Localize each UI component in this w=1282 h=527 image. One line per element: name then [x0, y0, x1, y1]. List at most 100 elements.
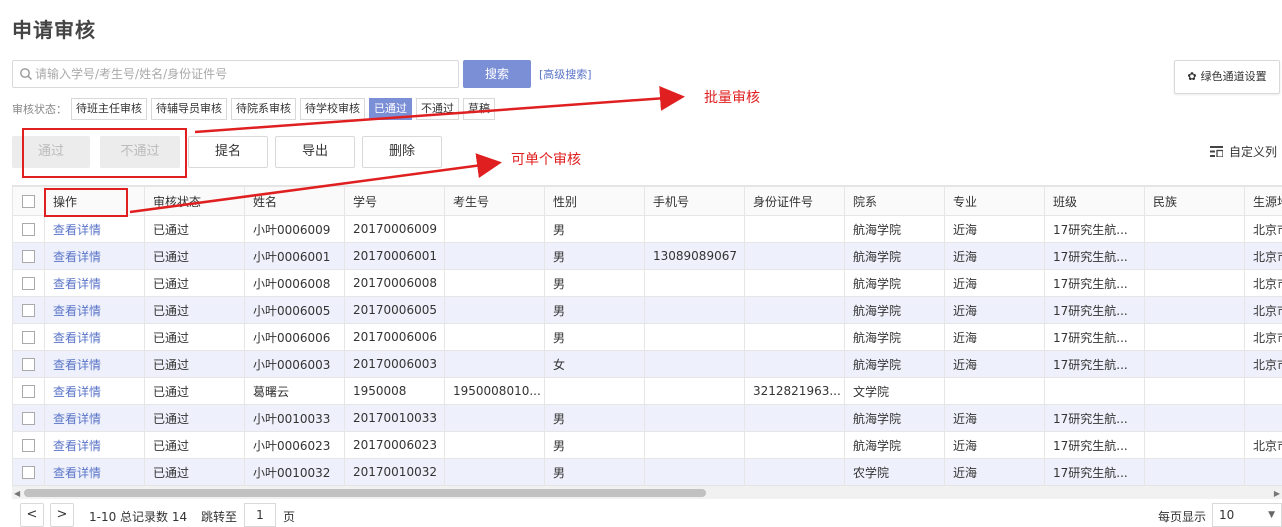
batch-annotation-box	[22, 128, 187, 178]
row-checkbox-cell[interactable]	[12, 242, 45, 270]
view-details-link[interactable]: 查看详情	[44, 458, 145, 485]
row-checkbox-cell[interactable]	[12, 350, 45, 378]
cell-name: 小叶0006006	[244, 323, 345, 351]
row-checkbox-cell[interactable]	[12, 269, 45, 297]
cell-status: 已通过	[144, 404, 245, 432]
advanced-search-link[interactable]: [高级搜索]	[539, 66, 592, 82]
view-details-link[interactable]: 查看详情	[44, 269, 145, 297]
cell-class: 17研究生航...	[1044, 323, 1145, 351]
search-button[interactable]: 搜索	[463, 60, 531, 88]
select-all-checkbox[interactable]	[22, 195, 35, 208]
cell-gender: 男	[544, 242, 645, 270]
view-details-link[interactable]: 查看详情	[44, 350, 145, 378]
row-checkbox-cell[interactable]	[12, 431, 45, 459]
table-row: 查看详情 已通过 小叶0006003 20170006003 女 航海学院 近海 17研究生航…	[12, 350, 1282, 378]
status-tag-department[interactable]: 待院系审核	[231, 98, 296, 120]
cell-exam: 1950008010...	[444, 377, 545, 405]
column-header: 学号	[344, 186, 445, 216]
status-tag-class-teacher[interactable]: 待班主任审核	[71, 98, 147, 120]
status-tag-school[interactable]: 待学校审核	[300, 98, 365, 120]
cell-sid: 20170006005	[344, 296, 445, 324]
green-channel-label: 绿色通道设置	[1200, 70, 1267, 83]
green-channel-settings-button[interactable]: ✿ 绿色通道设置	[1174, 60, 1280, 94]
view-details-link[interactable]: 查看详情	[44, 215, 145, 243]
scrollbar-thumb[interactable]	[24, 489, 706, 497]
status-tag-rejected[interactable]: 不通过	[416, 98, 459, 120]
status-tag-draft[interactable]: 草稿	[463, 98, 495, 120]
cell-nation	[1144, 269, 1245, 297]
page-title: 申请审核	[12, 18, 96, 42]
view-details-link[interactable]: 查看详情	[44, 242, 145, 270]
cell-phone	[644, 269, 745, 297]
nominate-button[interactable]: 提名	[188, 136, 268, 168]
horizontal-scrollbar[interactable]: ◀ ▶	[12, 485, 1282, 499]
cell-status: 已通过	[144, 215, 245, 243]
cell-gender: 男	[544, 269, 645, 297]
column-header: 班级	[1044, 186, 1145, 216]
cell-sid: 20170006008	[344, 269, 445, 297]
column-header: 身份证件号	[744, 186, 845, 216]
row-checkbox-cell[interactable]	[12, 377, 45, 405]
search-input[interactable]	[35, 61, 455, 87]
cell-origin: 北京市	[1244, 296, 1282, 324]
row-checkbox-cell[interactable]	[12, 404, 45, 432]
row-checkbox[interactable]	[22, 358, 35, 371]
view-details-link[interactable]: 查看详情	[44, 404, 145, 432]
custom-columns-button[interactable]: 自定义列	[1210, 143, 1277, 160]
column-header: 院系	[844, 186, 945, 216]
goto-label: 跳转至	[201, 510, 238, 524]
cell-status: 已通过	[144, 377, 245, 405]
cell-sid: 20170006006	[344, 323, 445, 351]
cell-idno	[744, 404, 845, 432]
cell-name: 小叶0010033	[244, 404, 345, 432]
search-box[interactable]	[12, 60, 459, 88]
row-checkbox[interactable]	[22, 331, 35, 344]
row-checkbox[interactable]	[22, 439, 35, 452]
row-checkbox-cell[interactable]	[12, 296, 45, 324]
row-checkbox-cell[interactable]	[12, 323, 45, 351]
row-checkbox[interactable]	[22, 277, 35, 290]
view-details-link[interactable]: 查看详情	[44, 431, 145, 459]
cell-major: 近海	[944, 269, 1045, 297]
cell-exam	[444, 458, 545, 485]
export-button[interactable]: 导出	[275, 136, 355, 168]
cell-idno	[744, 296, 845, 324]
row-checkbox[interactable]	[22, 385, 35, 398]
cell-phone	[644, 350, 745, 378]
view-details-link[interactable]: 查看详情	[44, 296, 145, 324]
row-checkbox[interactable]	[22, 304, 35, 317]
status-tag-counselor[interactable]: 待辅导员审核	[151, 98, 227, 120]
cell-idno	[744, 242, 845, 270]
table-row: 查看详情 已通过 小叶0006001 20170006001 男 13089089067 航…	[12, 242, 1282, 270]
status-tag-passed[interactable]: 已通过	[369, 98, 412, 120]
single-annotation-label: 可单个审核	[511, 152, 581, 168]
row-checkbox[interactable]	[22, 466, 35, 479]
cell-major: 近海	[944, 431, 1045, 459]
row-checkbox[interactable]	[22, 412, 35, 425]
delete-button[interactable]: 删除	[362, 136, 442, 168]
cell-sid: 1950008	[344, 377, 445, 405]
view-details-link[interactable]: 查看详情	[44, 377, 145, 405]
single-annotation-box	[44, 188, 128, 217]
cell-phone	[644, 377, 745, 405]
cell-status: 已通过	[144, 350, 245, 378]
cell-class: 17研究生航...	[1044, 296, 1145, 324]
cell-idno	[744, 269, 845, 297]
row-checkbox-cell[interactable]	[12, 458, 45, 485]
cell-status: 已通过	[144, 296, 245, 324]
column-header: 审核状态	[144, 186, 245, 216]
goto-page-input[interactable]: 1	[244, 503, 276, 527]
next-page-button[interactable]: >	[50, 503, 74, 527]
prev-page-button[interactable]: <	[20, 503, 44, 527]
row-checkbox-cell[interactable]	[12, 215, 45, 243]
view-details-link[interactable]: 查看详情	[44, 323, 145, 351]
row-checkbox[interactable]	[22, 250, 35, 263]
column-header: 民族	[1144, 186, 1245, 216]
scroll-left-icon[interactable]: ◀	[14, 489, 20, 498]
row-checkbox[interactable]	[22, 223, 35, 236]
cell-nation	[1144, 404, 1245, 432]
select-all-checkbox-cell[interactable]	[12, 186, 45, 216]
scroll-right-icon[interactable]: ▶	[1274, 489, 1280, 498]
column-header: 考生号	[444, 186, 545, 216]
page-size-select[interactable]: 10 ▼	[1212, 503, 1282, 527]
